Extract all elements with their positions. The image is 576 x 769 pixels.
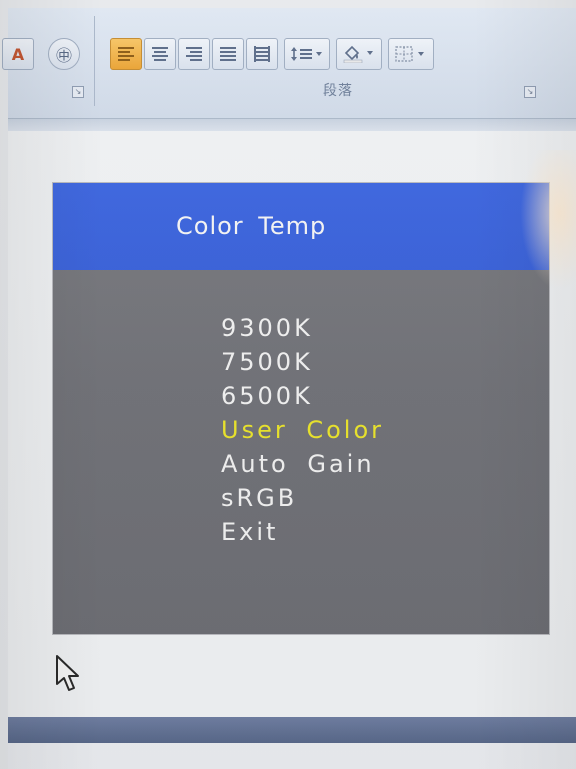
status-bar (8, 717, 576, 743)
enclose-char-icon: ㊥ (55, 46, 72, 65)
word-ribbon: A ㊥ ↘ 段落 ↘ (2, 8, 576, 119)
font-partial-button[interactable]: A (2, 38, 34, 70)
osd-option-auto-gain[interactable]: Auto Gain (221, 447, 384, 481)
align-left-icon (118, 47, 134, 61)
ribbon-group-paragraph: 段落 ↘ (100, 16, 576, 106)
shading-dropdown[interactable] (336, 38, 382, 70)
taskbar-strip (8, 743, 576, 769)
line-spacing-dropdown[interactable] (284, 38, 330, 70)
align-center-icon (152, 47, 168, 61)
ribbon-group-font: A ㊥ ↘ (2, 16, 95, 106)
align-right-icon (186, 47, 202, 61)
osd-option-exit[interactable]: Exit (221, 515, 384, 549)
borders-dropdown[interactable] (388, 38, 434, 70)
osd-option-7500k[interactable]: 7500K (221, 345, 384, 379)
enclose-char-button[interactable]: ㊥ (48, 38, 80, 70)
align-left-button[interactable] (110, 38, 142, 70)
align-right-button[interactable] (178, 38, 210, 70)
ribbon-bottom-edge (8, 119, 576, 131)
justify-icon (220, 47, 236, 61)
mouse-pointer-icon (56, 655, 79, 691)
paragraph-group-label: 段落 (323, 83, 353, 99)
osd-option-6500k[interactable]: 6500K (221, 379, 384, 413)
osd-option-user-color[interactable]: User Color (221, 413, 384, 447)
osd-option-9300k[interactable]: 9300K (221, 311, 384, 345)
osd-menu-list: 9300K 7500K 6500K User Color Auto Gain s… (221, 311, 384, 549)
screen-photo: A ㊥ ↘ 段落 ↘ Color Temp 9300K 7500K 6500K … (0, 0, 576, 769)
font-dialog-launcher[interactable]: ↘ (72, 86, 84, 98)
align-center-button[interactable] (144, 38, 176, 70)
font-color-icon: A (11, 44, 25, 64)
borders-icon (395, 46, 424, 62)
distribute-button[interactable] (246, 38, 278, 70)
shading-icon (343, 45, 373, 63)
line-spacing-icon (291, 47, 322, 61)
justify-button[interactable] (212, 38, 244, 70)
distribute-icon (254, 46, 270, 62)
paragraph-dialog-launcher[interactable]: ↘ (524, 86, 536, 98)
osd-option-srgb[interactable]: sRGB (221, 481, 384, 515)
osd-title: Color Temp (176, 212, 327, 240)
osd-color-temp-menu: Color Temp 9300K 7500K 6500K User Color … (53, 183, 549, 634)
osd-header: Color Temp (53, 183, 549, 270)
